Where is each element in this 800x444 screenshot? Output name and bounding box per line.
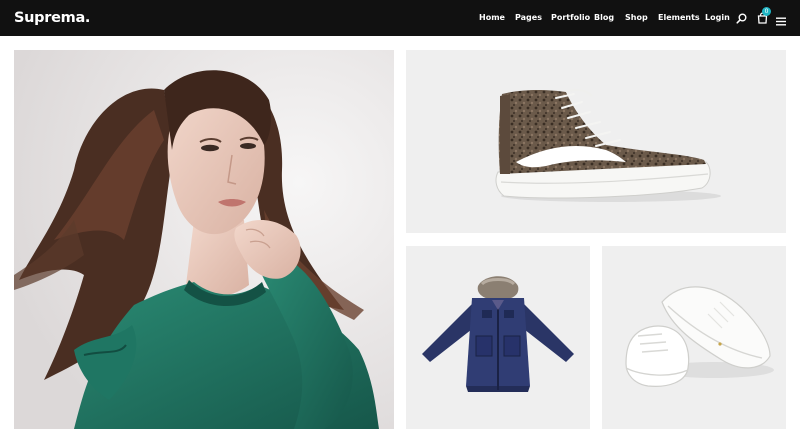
search-icon[interactable]: [736, 11, 747, 29]
white-sneakers-image: [602, 246, 786, 429]
nav-item-shop[interactable]: Shop: [625, 12, 648, 24]
nav-item-blog[interactable]: Blog: [594, 12, 614, 24]
nav-item-portfolio[interactable]: Portfolio: [551, 12, 590, 24]
top-navbar: Suprema. Home Pages Portfolio Blog Shop …: [0, 0, 800, 36]
nav-item-login[interactable]: Login: [705, 12, 730, 24]
parka-jacket-image: [406, 246, 590, 429]
woman-photo-image: [14, 50, 394, 429]
product-tile-hightop-sneaker[interactable]: [406, 50, 786, 233]
product-tile-parka-jacket[interactable]: [406, 246, 590, 429]
product-tile-woman[interactable]: [14, 50, 394, 429]
hamburger-menu-icon[interactable]: [776, 13, 786, 31]
product-tile-white-sneakers[interactable]: [602, 246, 786, 429]
cart-count-badge: 0: [762, 7, 771, 16]
brand-logo[interactable]: Suprema.: [14, 9, 90, 27]
nav-item-home[interactable]: Home: [479, 12, 505, 24]
nav-item-pages[interactable]: Pages: [515, 12, 542, 24]
nav-item-elements[interactable]: Elements: [658, 12, 700, 24]
hightop-sneaker-image: [406, 50, 786, 233]
